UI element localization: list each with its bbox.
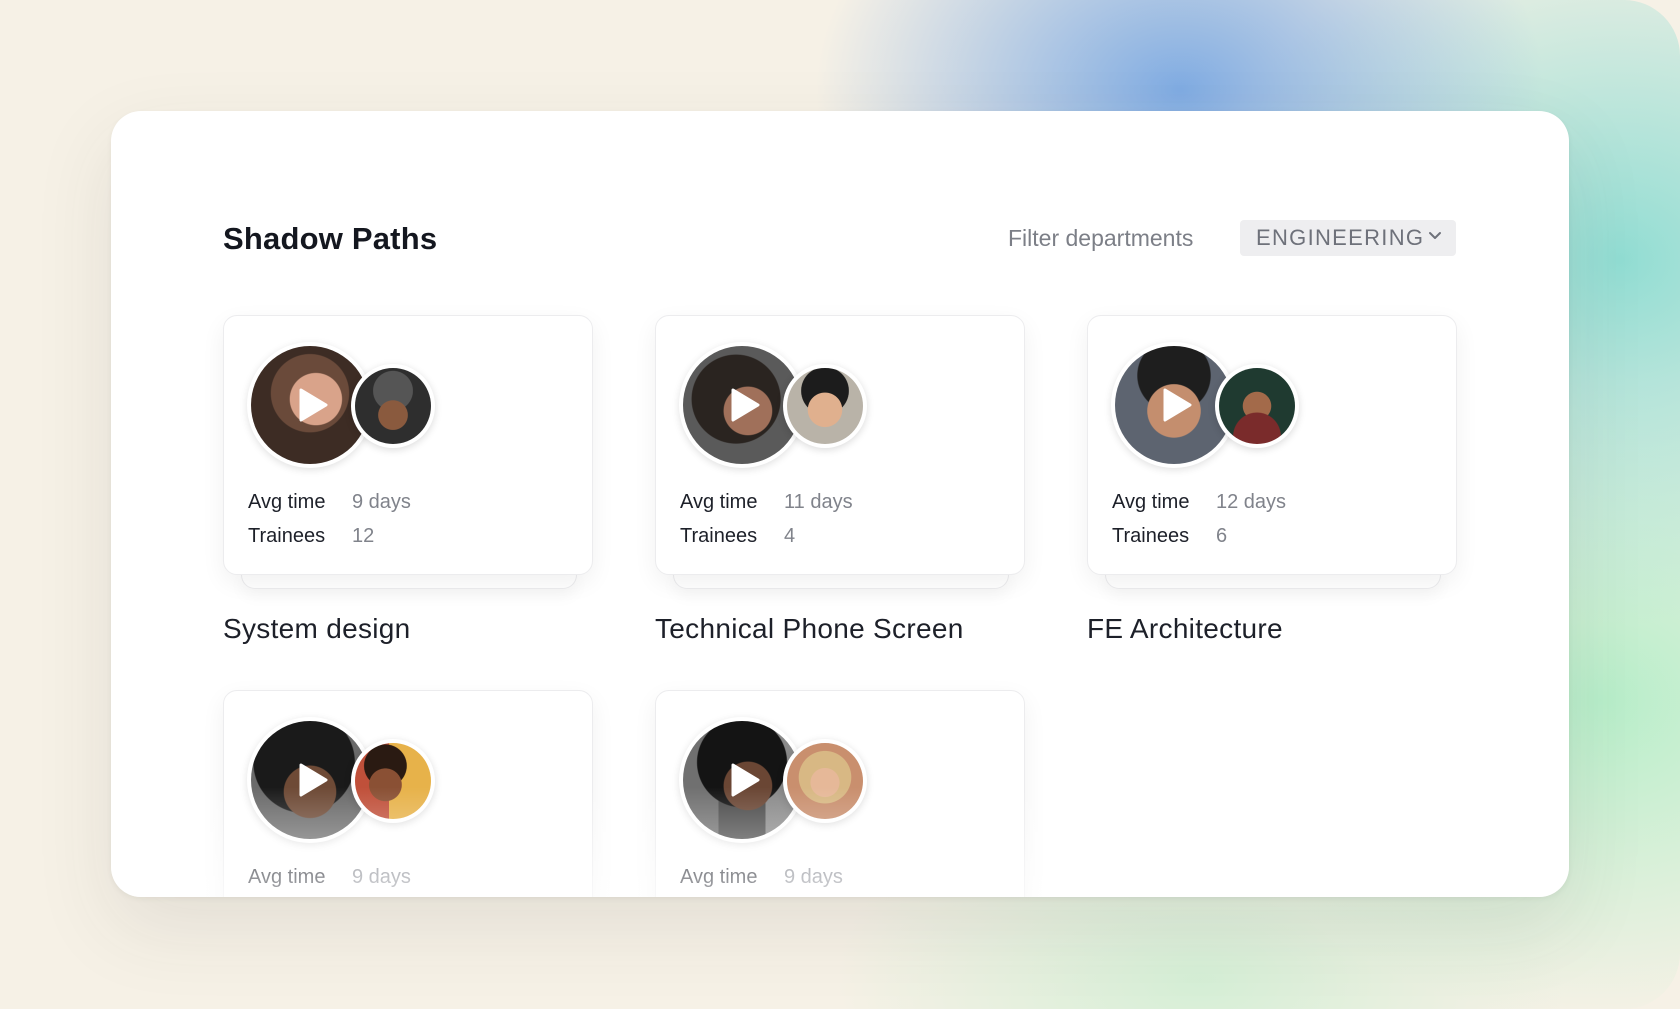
card-stack-shadow	[673, 574, 1009, 589]
path-card[interactable]: Avg time 11 days Trainees 4	[655, 315, 1025, 575]
department-filter-value: ENGINEERING	[1256, 225, 1425, 250]
trainees-label: Trainees	[680, 525, 758, 547]
page-title: Shadow Paths	[223, 221, 438, 256]
avg-time-row: Avg time 9 days	[248, 866, 411, 889]
trainee-avatar	[783, 364, 867, 448]
trainees-value: 6	[1216, 525, 1228, 547]
trainees-value: 12	[352, 525, 375, 547]
chevron-down-icon	[1429, 232, 1441, 239]
path-card[interactable]: Avg time 12 days Trainees 6	[1087, 315, 1457, 575]
trainees-value: 4	[784, 525, 796, 547]
avg-time-value: 9 days	[784, 866, 843, 888]
trainees-row: Trainees 4	[680, 525, 795, 548]
path-card[interactable]: Avg time 9 days	[223, 690, 593, 897]
card-stack-shadow	[241, 574, 577, 589]
avg-time-row: Avg time 9 days	[680, 866, 843, 889]
trainees-label: Trainees	[1112, 525, 1190, 547]
avg-time-label: Avg time	[248, 491, 326, 513]
play-icon	[299, 763, 328, 797]
avg-time-value: 9 days	[352, 491, 411, 513]
avg-time-row: Avg time 9 days	[248, 491, 411, 514]
trainee-avatar	[351, 739, 435, 823]
avg-time-value: 9 days	[352, 866, 411, 888]
path-title[interactable]: System design	[223, 613, 411, 645]
play-icon	[731, 388, 760, 422]
avg-time-row: Avg time 11 days	[680, 491, 853, 514]
card-stack-shadow	[1105, 574, 1441, 589]
avg-time-row: Avg time 12 days	[1112, 491, 1286, 514]
trainees-label: Trainees	[248, 525, 326, 547]
trainee-avatar	[1215, 364, 1299, 448]
path-title[interactable]: Technical Phone Screen	[655, 613, 964, 645]
shadow-paths-panel: Shadow Paths Filter departments ENGINEER…	[111, 111, 1569, 897]
avg-time-label: Avg time	[680, 866, 758, 888]
play-icon	[1163, 388, 1192, 422]
avg-time-label: Avg time	[1112, 491, 1190, 513]
path-title[interactable]: FE Architecture	[1087, 613, 1283, 645]
play-icon	[731, 763, 760, 797]
trainee-avatar	[783, 739, 867, 823]
trainee-avatar	[351, 364, 435, 448]
avg-time-value: 12 days	[1216, 491, 1287, 513]
department-filter-dropdown[interactable]: ENGINEERING	[1240, 220, 1456, 256]
avg-time-value: 11 days	[784, 491, 853, 513]
avg-time-label: Avg time	[680, 491, 758, 513]
trainees-row: Trainees 6	[1112, 525, 1227, 548]
play-icon	[299, 388, 328, 422]
avg-time-label: Avg time	[248, 866, 326, 888]
filter-departments-label: Filter departments	[1008, 225, 1194, 251]
trainees-row: Trainees 12	[248, 525, 374, 548]
path-card[interactable]: Avg time 9 days	[655, 690, 1025, 897]
path-card[interactable]: Avg time 9 days Trainees 12	[223, 315, 593, 575]
